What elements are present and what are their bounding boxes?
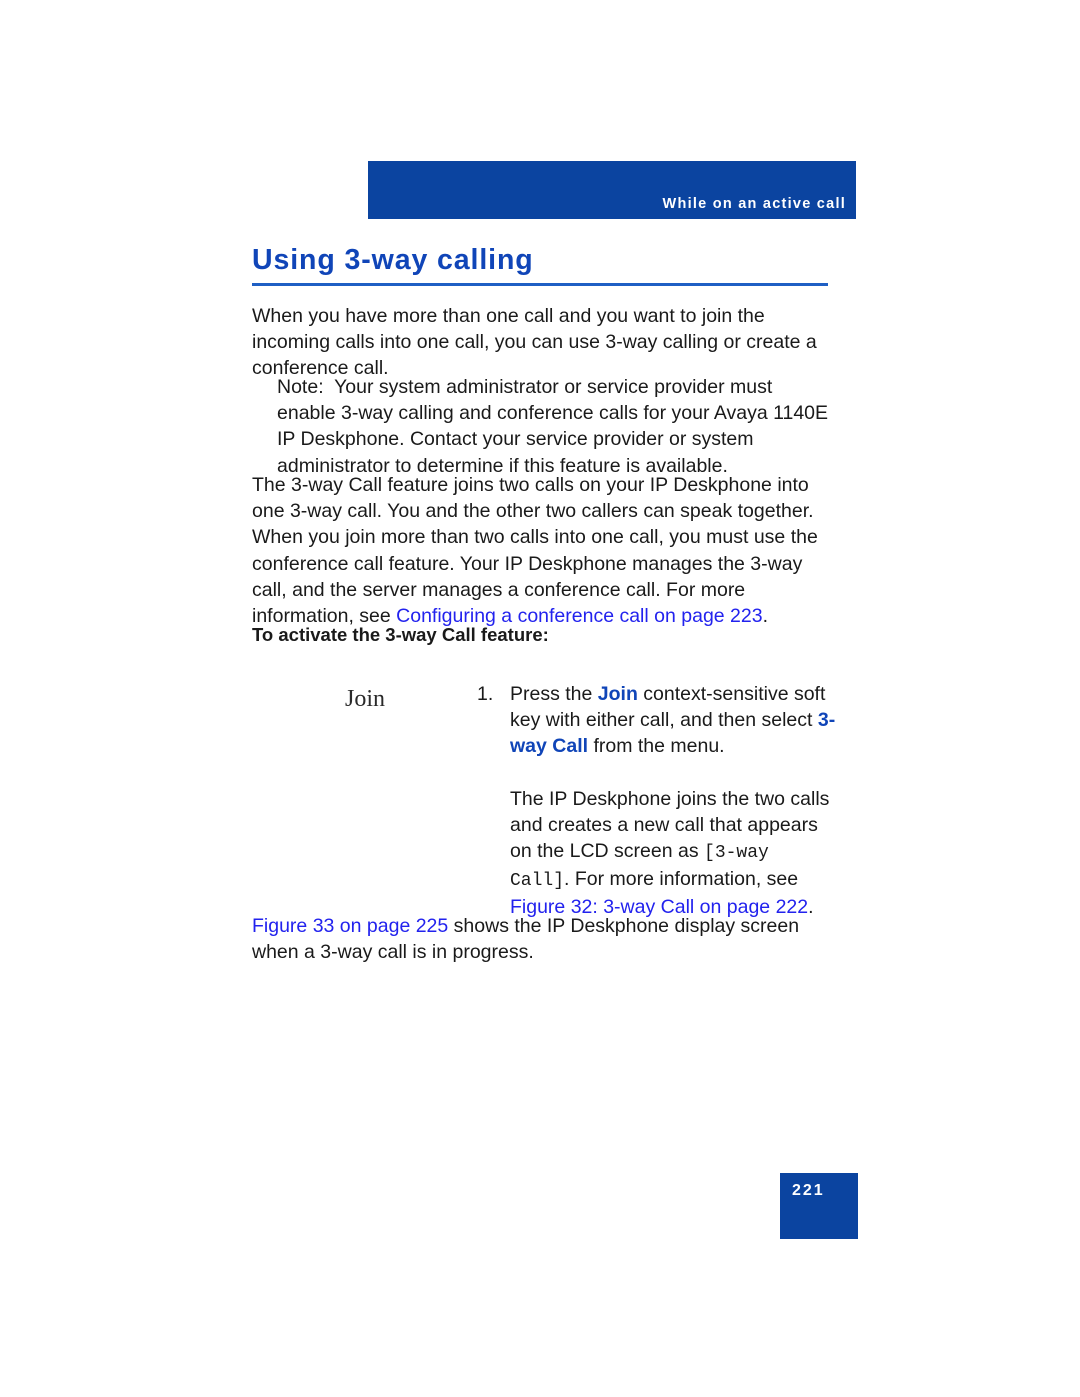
document-page: While on an active call Using 3-way call…: [0, 0, 1080, 1397]
intro-line-2: calls into one call, you can use 3-way c…: [252, 331, 817, 380]
step-item: 1. Press the Join context-sensitive soft…: [477, 681, 837, 921]
keyword-join: Join: [597, 683, 638, 705]
page-title: Using 3-way calling: [252, 244, 534, 276]
cross-reference-figure-33[interactable]: Figure 33 on page 225: [252, 915, 448, 937]
step1-text-a: Press the: [510, 683, 598, 705]
step-paragraph-2: The IP Deskphone joins the two calls and…: [510, 786, 837, 921]
note-text: Your system administrator or service pro…: [277, 376, 829, 477]
step-number: 1.: [477, 683, 494, 705]
softkey-label-join: Join: [345, 686, 386, 712]
running-header-text: While on an active call: [662, 196, 846, 212]
step2-text-a: The IP Deskphone joins the two calls and…: [510, 787, 830, 863]
note-label: Note:: [277, 376, 324, 398]
page-number: 221: [792, 1182, 825, 1199]
step1-text-c: from the menu.: [588, 735, 725, 758]
closing-paragraph: Figure 33 on page 225 shows the IP Deskp…: [252, 913, 832, 965]
main-paragraph: The 3-way Call feature joins two calls o…: [252, 472, 832, 629]
step-paragraph-1: Press the Join context-sensitive soft ke…: [510, 681, 837, 760]
step-body: Press the Join context-sensitive soft ke…: [510, 681, 837, 921]
note-paragraph: Note: Your system administrator or servi…: [277, 374, 833, 479]
page-number-block: 221: [780, 1173, 858, 1239]
title-underline-rule: [252, 283, 828, 286]
running-header-band: While on an active call: [368, 161, 856, 219]
step2-text-b: . For more information, see: [564, 868, 799, 891]
intro-paragraph: When you have more than one call and you…: [252, 303, 832, 382]
task-heading: To activate the 3-way Call feature:: [252, 624, 549, 645]
